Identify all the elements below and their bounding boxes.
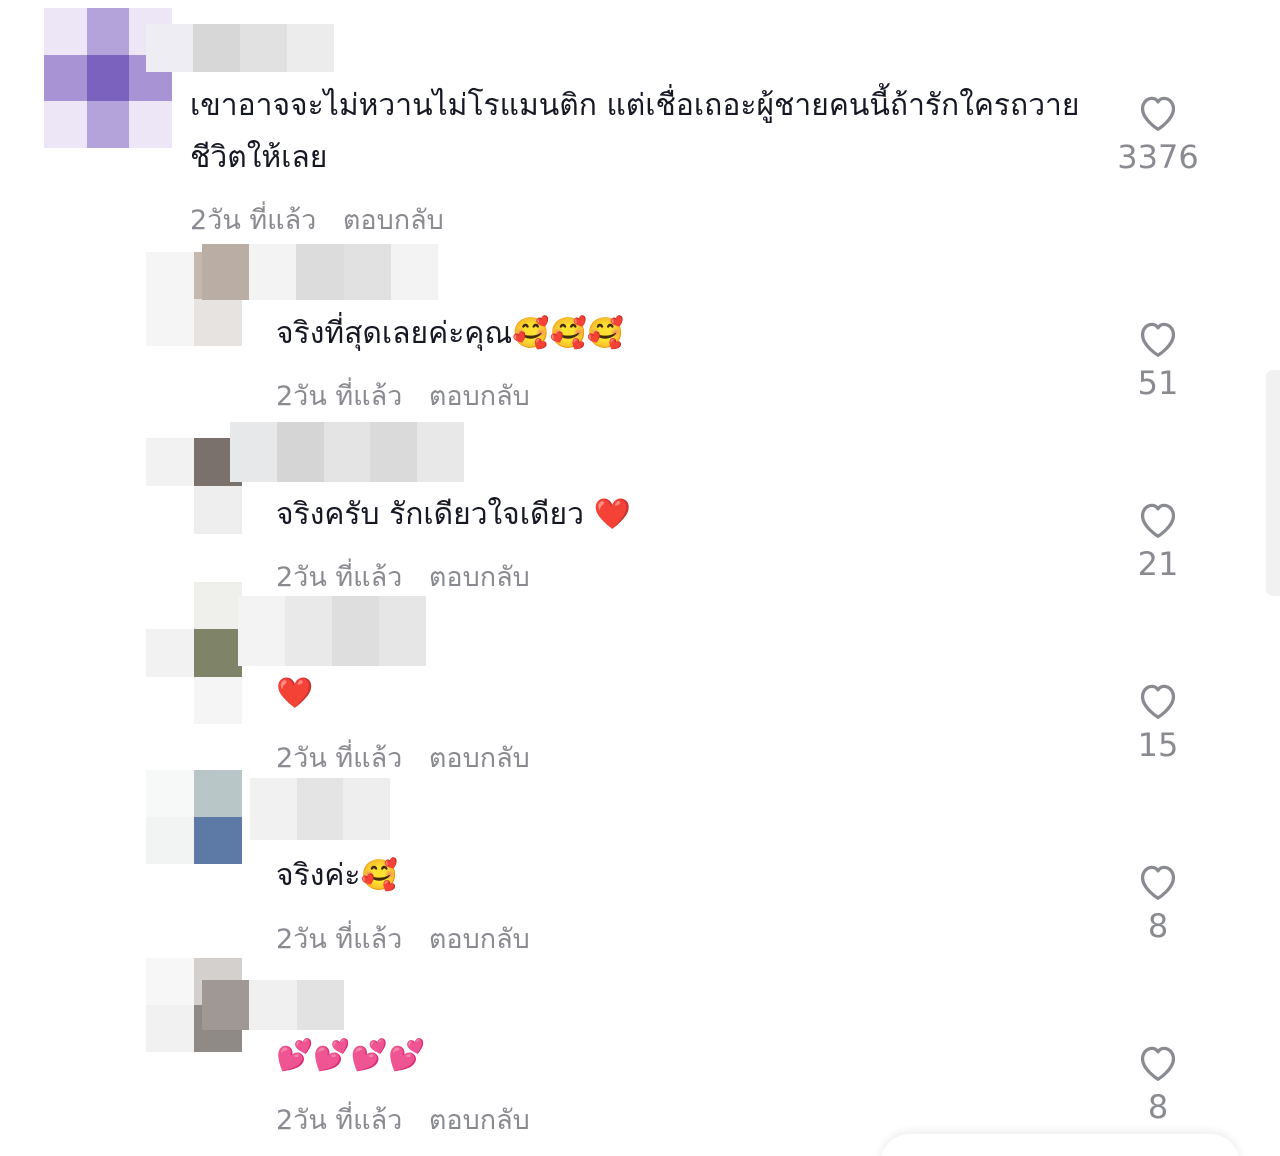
like-count: 3376 [1117,138,1199,176]
like-count: 21 [1137,545,1179,583]
reply-meta: 2วัน ที่แล้ว ตอบกลับ [276,736,548,779]
reply-time: 2วัน ที่แล้ว [276,924,403,955]
heart-outline-icon [1140,865,1176,900]
like-count: 8 [1147,1088,1169,1126]
reply-avatar[interactable] [146,438,242,534]
like-button[interactable]: 8 [1108,1042,1208,1126]
reply-text: จริงที่สุดเลยค่ะคุณ🥰🥰🥰 [276,316,625,351]
reply-text: จริงค่ะ🥰 [276,858,398,893]
like-count: 15 [1137,726,1179,764]
heart-outline-icon [1140,684,1176,719]
reply-meta: 2วัน ที่แล้ว ตอบกลับ [276,374,548,417]
like-count: 8 [1147,907,1169,945]
like-button[interactable]: 21 [1108,499,1208,583]
reply-time: 2วัน ที่แล้ว [276,1105,403,1136]
reply-text: ❤️ [276,676,314,711]
comment-text: เขาอาจจะไม่หวานไม่โรแมนติก แต่เชื่อเถอะผ… [190,88,1080,175]
reply-button[interactable]: ตอบกลับ [429,743,530,774]
reply-meta: 2วัน ที่แล้ว ตอบกลับ [276,917,548,960]
reply-username[interactable] [230,422,464,482]
reply-button[interactable]: ตอบกลับ [429,562,530,593]
heart-outline-icon [1140,503,1176,538]
like-button[interactable]: 15 [1108,680,1208,764]
like-button[interactable]: 8 [1108,861,1208,945]
comments-panel: เขาอาจจะไม่หวานไม่โรแมนติก แต่เชื่อเถอะผ… [0,0,1280,1156]
reply-username[interactable] [238,596,426,666]
heart-outline-icon [1140,96,1176,131]
reply-username[interactable] [202,244,438,300]
reply-meta: 2วัน ที่แล้ว ตอบกลับ [276,1098,548,1141]
reply-time: 2วัน ที่แล้ว [276,381,403,412]
reply-button[interactable]: ตอบกลับ [429,381,530,412]
comment-meta: 2วัน ที่แล้ว ตอบกลับ [190,198,462,241]
reply-text: จริงครับ รักเดียวใจเดียว ❤️ [276,497,631,532]
reply-button[interactable]: ตอบกลับ [429,924,530,955]
comment-time: 2วัน ที่แล้ว [190,205,317,236]
bottom-sheet-edge [880,1134,1240,1156]
like-button[interactable]: 51 [1108,318,1208,402]
comment-username[interactable] [146,24,334,72]
reply-button[interactable]: ตอบกลับ [429,1105,530,1136]
heart-outline-icon [1140,1046,1176,1081]
reply-time: 2วัน ที่แล้ว [276,743,403,774]
reply-avatar[interactable] [146,770,242,864]
like-button[interactable]: 3376 [1108,92,1208,176]
like-count: 51 [1137,364,1179,402]
reply-avatar[interactable] [146,582,242,724]
reply-time: 2วัน ที่แล้ว [276,562,403,593]
reply-text: 💕💕💕💕 [276,1038,426,1073]
reply-username[interactable] [250,778,390,840]
reply-meta: 2วัน ที่แล้ว ตอบกลับ [276,555,548,598]
heart-outline-icon [1140,322,1176,357]
reply-button[interactable]: ตอบกลับ [343,205,444,236]
scrollbar[interactable] [1266,370,1280,596]
reply-username[interactable] [202,980,344,1030]
